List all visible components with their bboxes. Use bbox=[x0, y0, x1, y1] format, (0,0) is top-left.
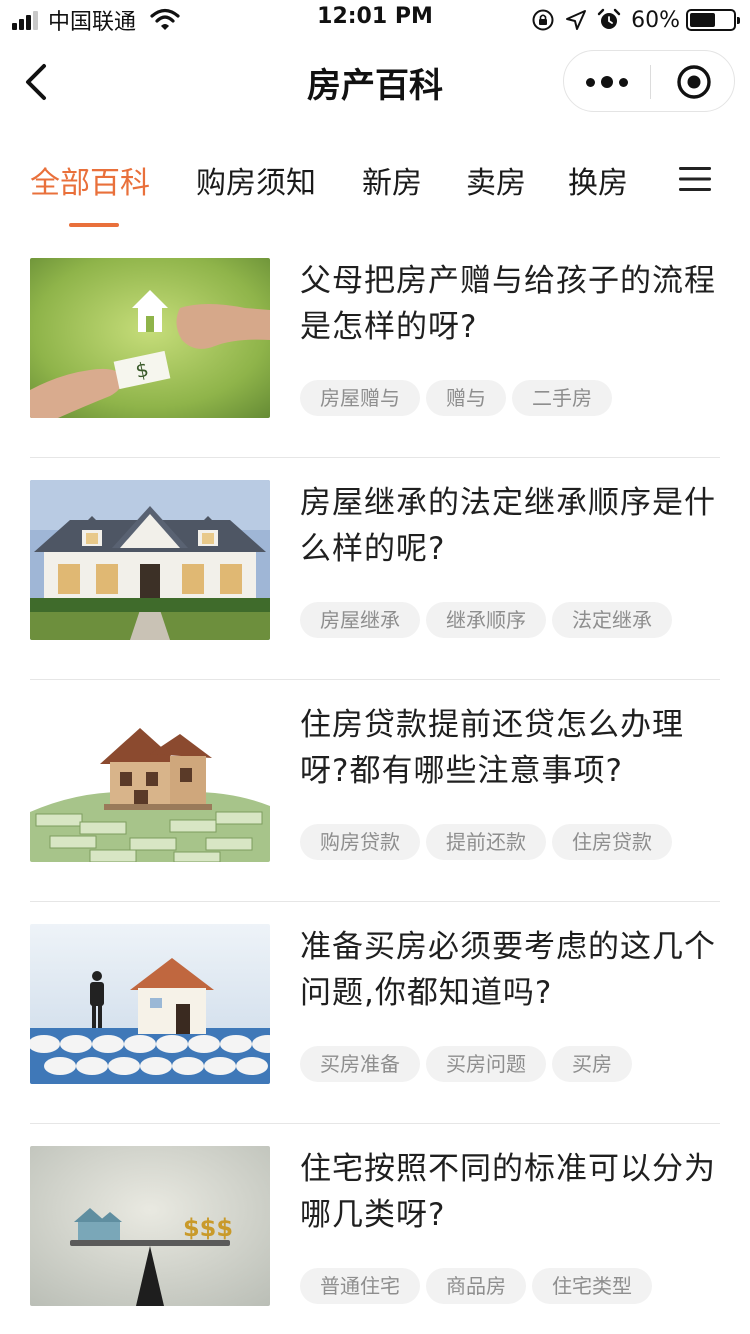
tag-row: 房屋赠与 赠与 二手房 bbox=[300, 380, 618, 416]
seesaw-house-money-image: $$$ bbox=[30, 1146, 270, 1306]
tab-all[interactable]: 全部百科 bbox=[30, 158, 150, 202]
article-tag[interactable]: 买房问题 bbox=[426, 1046, 546, 1082]
article-tag[interactable]: 提前还款 bbox=[426, 824, 546, 860]
tag-row: 普通住宅 商品房 住宅类型 bbox=[300, 1268, 658, 1304]
tab-sell-house[interactable]: 卖房 bbox=[466, 158, 526, 202]
tag-row: 房屋继承 继承顺序 法定继承 bbox=[300, 602, 678, 638]
hands-house-money-image: $ bbox=[30, 258, 270, 418]
abacus-house-man-image bbox=[30, 924, 270, 1084]
white-house-image bbox=[30, 480, 270, 640]
article-tag[interactable]: 购房贷款 bbox=[300, 824, 420, 860]
tab-buying-guide[interactable]: 购房须知 bbox=[196, 158, 316, 202]
battery-icon bbox=[686, 9, 740, 31]
mini-program-capsule bbox=[563, 50, 735, 112]
article-tag[interactable]: 二手房 bbox=[512, 380, 612, 416]
orientation-lock-icon bbox=[532, 9, 554, 31]
battery-level bbox=[690, 13, 715, 27]
article-item[interactable]: 房屋继承的法定继承顺序是什么样的呢? 房屋继承 继承顺序 法定继承 bbox=[0, 458, 750, 680]
close-icon[interactable] bbox=[651, 51, 736, 113]
screen: 中国联通 12:01 PM 60% 房产百科 全部百科 购房须知 新房 卖房 换… bbox=[0, 0, 750, 1334]
article-title: 住宅按照不同的标准可以分为哪几类呀? bbox=[300, 1151, 716, 1233]
tag-row: 买房准备 买房问题 买房 bbox=[300, 1046, 638, 1082]
article-tag[interactable]: 普通住宅 bbox=[300, 1268, 420, 1304]
menu-icon[interactable] bbox=[678, 164, 712, 194]
article-item[interactable]: 准备买房必须要考虑的这几个问题,你都知道吗? 买房准备 买房问题 买房 bbox=[0, 902, 750, 1124]
article-list: $ 父母把房产赠与给孩子的流程是怎样的呀? 房屋赠与 赠与 二手房 房屋继承的法… bbox=[0, 236, 750, 1334]
battery-percent: 60% bbox=[631, 7, 680, 33]
article-tag[interactable]: 住宅类型 bbox=[532, 1268, 652, 1304]
article-title: 住房贷款提前还贷怎么办理呀?都有哪些注意事项? bbox=[300, 707, 684, 789]
article-tag[interactable]: 法定继承 bbox=[552, 602, 672, 638]
article-tag[interactable]: 继承顺序 bbox=[426, 602, 546, 638]
tab-new-house[interactable]: 新房 bbox=[362, 158, 422, 202]
tab-swap-house[interactable]: 换房 bbox=[568, 158, 628, 202]
article-title: 父母把房产赠与给孩子的流程是怎样的呀? bbox=[300, 263, 716, 345]
article-tag[interactable]: 房屋继承 bbox=[300, 602, 420, 638]
more-icon[interactable] bbox=[564, 51, 650, 113]
alarm-icon bbox=[597, 8, 621, 29]
status-bar: 中国联通 12:01 PM 60% bbox=[0, 0, 750, 40]
tag-row: 购房贷款 提前还款 住房贷款 bbox=[300, 824, 678, 860]
article-item[interactable]: 住房贷款提前还贷怎么办理呀?都有哪些注意事项? 购房贷款 提前还款 住房贷款 bbox=[0, 680, 750, 902]
article-tag[interactable]: 房屋赠与 bbox=[300, 380, 420, 416]
article-title: 房屋继承的法定继承顺序是什么样的呢? bbox=[300, 485, 716, 567]
svg-text:$$$: $$$ bbox=[183, 1214, 233, 1242]
article-tag[interactable]: 住房贷款 bbox=[552, 824, 672, 860]
status-right: 60% bbox=[531, 6, 740, 34]
article-title: 准备买房必须要考虑的这几个问题,你都知道吗? bbox=[300, 929, 716, 1011]
article-tag[interactable]: 商品房 bbox=[426, 1268, 526, 1304]
article-item[interactable]: $ 父母把房产赠与给孩子的流程是怎样的呀? 房屋赠与 赠与 二手房 bbox=[0, 236, 750, 458]
category-tabs: 全部百科 购房须知 新房 卖房 换房 bbox=[0, 140, 750, 232]
article-tag[interactable]: 赠与 bbox=[426, 380, 506, 416]
location-icon bbox=[566, 10, 587, 30]
house-on-money-image bbox=[30, 702, 270, 862]
article-item[interactable]: $$$ 住宅按照不同的标准可以分为哪几类呀? 普通住宅 商品房 住宅类型 bbox=[0, 1124, 750, 1334]
article-tag[interactable]: 买房准备 bbox=[300, 1046, 420, 1082]
active-tab-indicator bbox=[69, 223, 119, 227]
back-icon[interactable] bbox=[16, 58, 56, 106]
article-tag[interactable]: 买房 bbox=[552, 1046, 632, 1082]
nav-bar: 房产百科 bbox=[0, 40, 750, 124]
